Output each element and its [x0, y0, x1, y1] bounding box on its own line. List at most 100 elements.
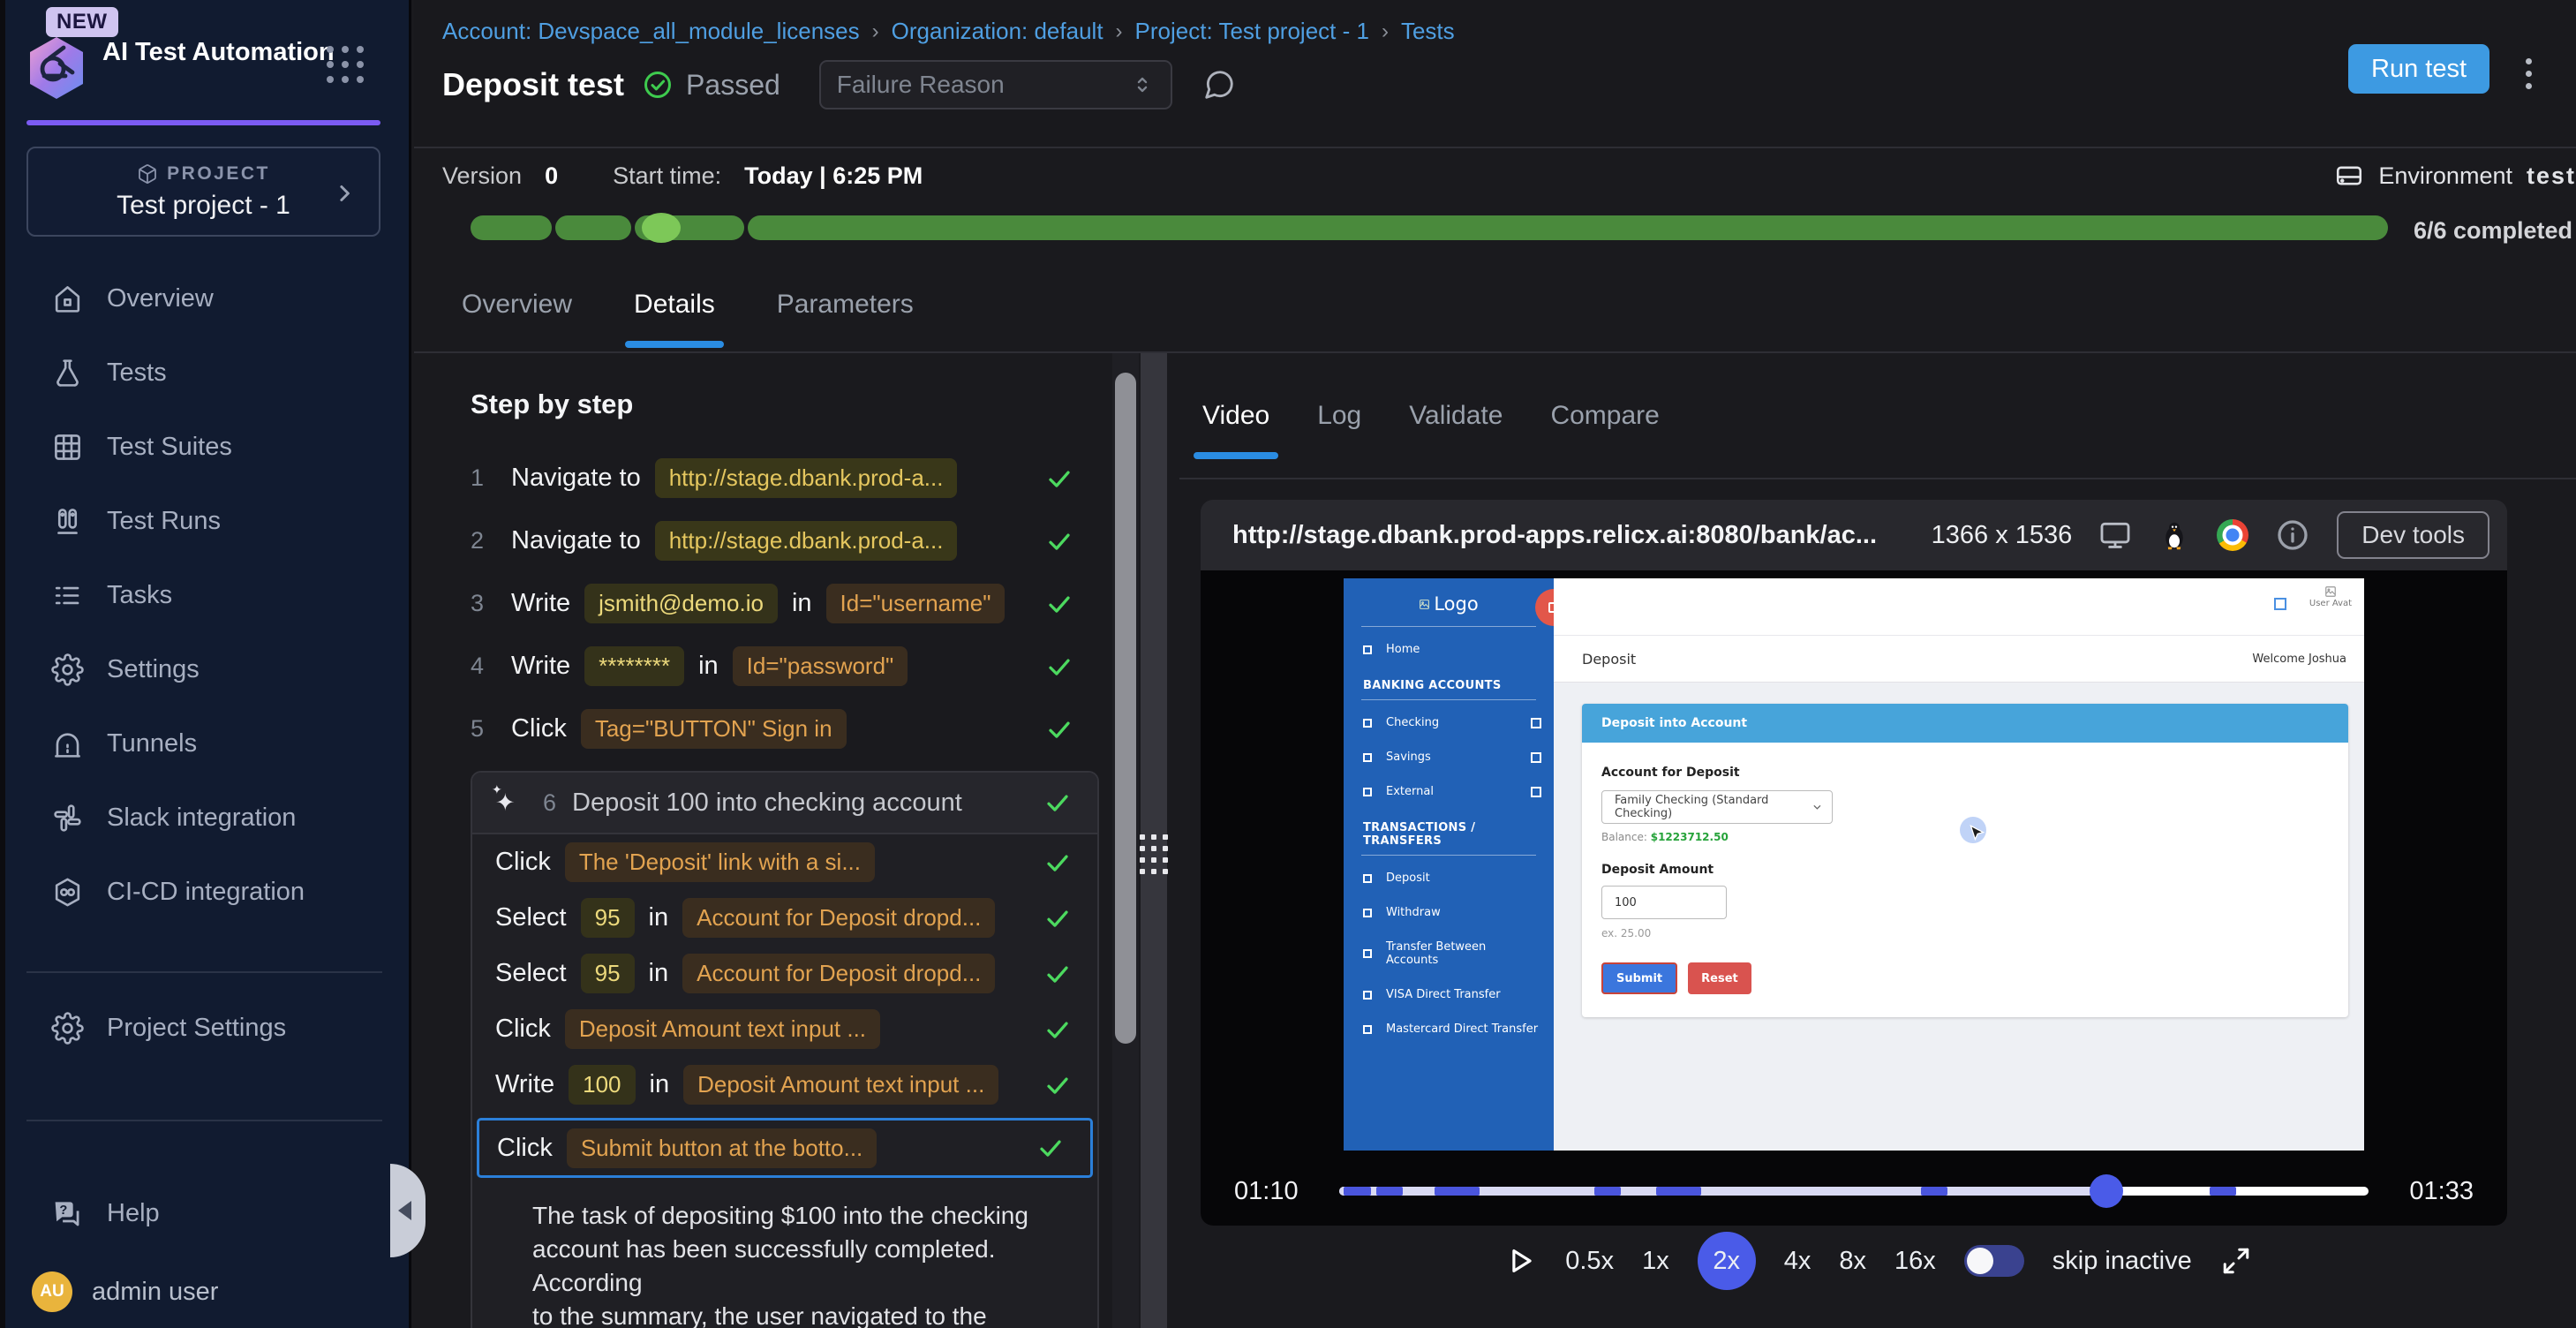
account-for-deposit-select[interactable]: Family Checking (Standard Checking)	[1601, 790, 1833, 824]
app-logo-row[interactable]: AI Test Automation	[26, 35, 335, 101]
play-icon[interactable]	[1503, 1244, 1537, 1278]
timeline-event-marker[interactable]	[1594, 1187, 1621, 1196]
deposit-amount-input[interactable]: 100	[1601, 886, 1727, 919]
user-menu[interactable]: AU admin user	[0, 1271, 409, 1312]
speed-1x[interactable]: 1x	[1642, 1247, 1669, 1276]
bank-nav-mastercard-direct-transfer[interactable]: Mastercard Direct Transfer	[1344, 1012, 1554, 1046]
breadcrumb-link[interactable]: Tests	[1401, 18, 1455, 45]
row-action-square-icon[interactable]	[1531, 787, 1541, 797]
progress-segment[interactable]	[555, 215, 631, 240]
step-row[interactable]: 5ClickTag="BUTTON" Sign in	[471, 698, 1099, 760]
substep-row[interactable]: Select95inAccount for Deposit dropd...	[472, 946, 1097, 1001]
bank-nav-withdraw[interactable]: Withdraw	[1344, 895, 1554, 930]
step-target-chip[interactable]: The 'Deposit' link with a si...	[565, 842, 875, 882]
substep-row[interactable]: ClickThe 'Deposit' link with a si...	[472, 834, 1097, 890]
progress-segment[interactable]	[635, 215, 744, 240]
step-target-chip[interactable]: Tag="BUTTON" Sign in	[581, 709, 847, 749]
sidebar-item-ci-cd-integration[interactable]: CI-CD integration	[0, 855, 409, 929]
fullscreen-icon[interactable]	[2220, 1245, 2252, 1277]
step-target-chip[interactable]: Account for Deposit dropd...	[682, 898, 995, 938]
progress-segment[interactable]	[471, 215, 552, 240]
step-value-chip[interactable]: 95	[581, 898, 635, 938]
step-target-chip[interactable]: Submit button at the botto...	[567, 1128, 877, 1168]
speed-4x[interactable]: 4x	[1784, 1247, 1811, 1276]
substep-row[interactable]: Write100inDeposit Amount text input ...	[472, 1057, 1097, 1113]
sidebar-item-tunnels[interactable]: Tunnels	[0, 706, 409, 781]
timeline-event-marker[interactable]	[1435, 1187, 1480, 1196]
project-switcher[interactable]: PROJECT Test project - 1	[26, 147, 380, 237]
bank-nav-checking[interactable]: Checking	[1344, 706, 1554, 740]
row-action-square-icon[interactable]	[1531, 718, 1541, 728]
sidebar-item-settings[interactable]: Settings	[0, 632, 409, 706]
bank-nav-visa-direct-transfer[interactable]: VISA Direct Transfer	[1344, 977, 1554, 1012]
progress-segment[interactable]	[748, 215, 2388, 240]
step-target-chip[interactable]: Account for Deposit dropd...	[682, 954, 995, 993]
panel-resize-divider[interactable]	[1139, 353, 1179, 1328]
step-value-chip[interactable]: jsmith@demo.io	[584, 584, 778, 623]
sidebar-item-tests[interactable]: Tests	[0, 336, 409, 410]
run-test-button[interactable]: Run test	[2348, 44, 2489, 94]
timeline-event-marker[interactable]	[2210, 1187, 2236, 1196]
step-value-chip[interactable]: 95	[581, 954, 635, 993]
step-group-header[interactable]: ✦✦ 6 Deposit 100 into checking account	[472, 773, 1097, 834]
step-target-chip[interactable]: Id="password"	[733, 646, 908, 686]
speed-8x[interactable]: 8x	[1839, 1247, 1866, 1276]
sidebar-item-tasks[interactable]: Tasks	[0, 558, 409, 632]
sidebar-item-help[interactable]: ? Help	[0, 1176, 409, 1250]
step-value-chip[interactable]: ********	[584, 646, 684, 686]
video-tab-log[interactable]: Log	[1315, 374, 1363, 457]
sidebar-item-overview[interactable]: Overview	[0, 261, 409, 336]
step-row[interactable]: 4Write********inId="password"	[471, 635, 1099, 698]
steps-scrollbar-thumb[interactable]	[1115, 373, 1136, 1044]
bank-nav-external[interactable]: External	[1344, 774, 1554, 809]
sidebar-item-slack-integration[interactable]: Slack integration	[0, 781, 409, 855]
step-progress-bar[interactable]	[442, 215, 2576, 240]
step-target-chip[interactable]: Deposit Amount text input ...	[683, 1065, 998, 1105]
info-icon[interactable]	[2275, 517, 2310, 553]
breadcrumb-link[interactable]: Organization: default	[892, 18, 1103, 45]
failure-reason-select[interactable]: Failure Reason	[819, 60, 1172, 109]
sidebar-item-project-settings[interactable]: Project Settings	[0, 991, 409, 1065]
drag-handle-icon[interactable]	[1140, 834, 1168, 874]
step-row[interactable]: 3Writejsmith@demo.ioinId="username"	[471, 572, 1099, 635]
comment-icon[interactable]	[1202, 68, 1236, 102]
substep-row[interactable]: ClickDeposit Amount text input ...	[472, 1001, 1097, 1057]
timeline-event-marker[interactable]	[1656, 1187, 1701, 1196]
bank-nav-deposit[interactable]: Deposit	[1344, 861, 1554, 895]
timeline-track[interactable]	[1339, 1187, 2369, 1196]
video-tab-compare[interactable]: Compare	[1548, 374, 1661, 457]
speed-16x[interactable]: 16x	[1894, 1247, 1936, 1276]
substep-row[interactable]: Select95inAccount for Deposit dropd...	[472, 890, 1097, 946]
step-target-chip[interactable]: Id="username"	[826, 584, 1006, 623]
bank-nav-home[interactable]: Home	[1344, 632, 1554, 667]
steps-scrollbar-track[interactable]	[1112, 353, 1139, 1328]
step-row[interactable]: 1Navigate tohttp://stage.dbank.prod-a...	[471, 447, 1099, 509]
step-url-chip[interactable]: http://stage.dbank.prod-a...	[655, 458, 958, 498]
timeline-event-marker[interactable]	[1921, 1187, 1947, 1196]
speed-2x[interactable]: 2x	[1698, 1232, 1756, 1290]
step-row[interactable]: 2Navigate tohttp://stage.dbank.prod-a...	[471, 509, 1099, 572]
bank-reset-button[interactable]: Reset	[1688, 962, 1751, 994]
video-tab-validate[interactable]: Validate	[1407, 374, 1504, 457]
timeline-event-marker[interactable]	[1376, 1187, 1403, 1196]
video-tab-video[interactable]: Video	[1201, 374, 1271, 457]
skip-inactive-toggle[interactable]	[1964, 1245, 2024, 1277]
speed-0.5x[interactable]: 0.5x	[1565, 1247, 1614, 1276]
bank-submit-button[interactable]: Submit	[1601, 962, 1677, 994]
step-value-chip[interactable]: 100	[569, 1065, 635, 1105]
dev-tools-button[interactable]: Dev tools	[2337, 511, 2489, 559]
sidebar-item-test-runs[interactable]: Test Runs	[0, 484, 409, 558]
sidebar-item-test-suites[interactable]: Test Suites	[0, 410, 409, 484]
tab-details[interactable]: Details	[632, 263, 717, 346]
substep-row-selected[interactable]: ClickSubmit button at the botto...	[477, 1118, 1093, 1178]
bank-nav-savings[interactable]: Savings	[1344, 740, 1554, 774]
step-target-chip[interactable]: Deposit Amount text input ...	[565, 1009, 880, 1049]
app-launcher-grid-icon[interactable]	[327, 46, 364, 83]
more-options-kebab-icon[interactable]	[2522, 55, 2535, 93]
row-action-square-icon[interactable]	[1531, 752, 1541, 763]
breadcrumb-link[interactable]: Project: Test project - 1	[1135, 18, 1369, 45]
breadcrumb-link[interactable]: Account: Devspace_all_module_licenses	[442, 18, 860, 45]
bank-nav-transfer-between-accounts[interactable]: Transfer Between Accounts	[1344, 930, 1554, 977]
step-url-chip[interactable]: http://stage.dbank.prod-a...	[655, 521, 958, 561]
timeline-thumb[interactable]	[2090, 1174, 2123, 1208]
